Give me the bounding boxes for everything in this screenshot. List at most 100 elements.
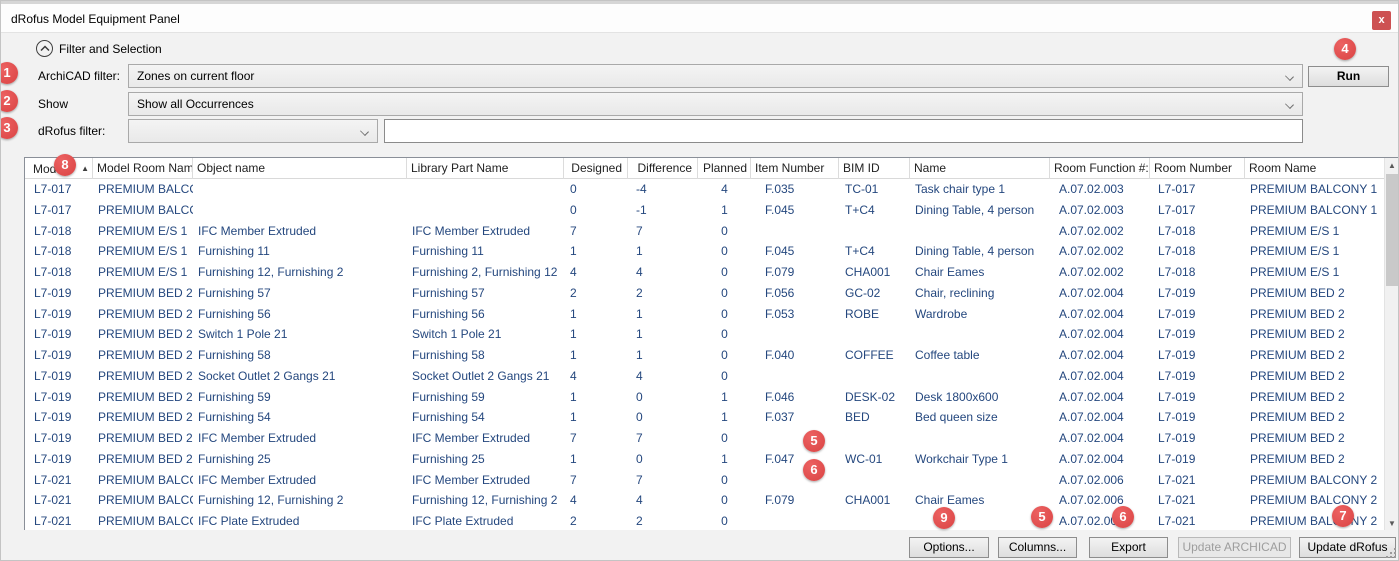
library-part-name-cell: [407, 179, 564, 200]
room-name-cell: PREMIUM E/S 1: [1245, 262, 1384, 283]
chevron-down-icon: [360, 127, 369, 136]
room-name-cell: PREMIUM BALCONY 2: [1245, 470, 1384, 491]
scroll-up-icon[interactable]: ▲: [1385, 158, 1399, 173]
options-button[interactable]: Options...: [909, 537, 989, 558]
vertical-scrollbar[interactable]: ▲ ▼: [1384, 158, 1398, 531]
bim-id-cell: [839, 221, 910, 242]
drofus-filter-combobox[interactable]: [128, 119, 378, 143]
run-button[interactable]: Run: [1308, 66, 1389, 87]
table-row[interactable]: L7-019PREMIUM BED 2Furnishing 56Furnishi…: [25, 304, 1384, 325]
object-name-cell: IFC Plate Extruded: [193, 511, 407, 531]
column-header-object-name[interactable]: Object name: [193, 158, 407, 179]
table-row[interactable]: L7-017PREMIUM BALCONY 10-11F.045T+C4Dini…: [25, 200, 1384, 221]
table-row[interactable]: L7-018PREMIUM E/S 1IFC Member ExtrudedIF…: [25, 221, 1384, 242]
model-cell: L7-018: [25, 262, 93, 283]
model-cell: L7-019: [25, 283, 93, 304]
column-header-room-function[interactable]: Room Function #:: [1050, 158, 1150, 179]
column-header-library-part-name[interactable]: Library Part Name: [407, 158, 564, 179]
table-row[interactable]: L7-019PREMIUM BED 2Furnishing 25Furnishi…: [25, 449, 1384, 470]
table-row[interactable]: L7-021PREMIUM BALCONY 2IFC Member Extrud…: [25, 470, 1384, 491]
difference-cell: 1: [628, 324, 698, 345]
difference-cell: 4: [628, 490, 698, 511]
bim-id-cell: [839, 470, 910, 491]
room-function-cell: A.07.02.002: [1050, 262, 1150, 283]
column-header-bim-id[interactable]: BIM ID: [839, 158, 910, 179]
model-cell: L7-021: [25, 470, 93, 491]
bim-id-cell: [839, 366, 910, 387]
designed-cell: 1: [564, 241, 628, 262]
library-part-name-cell: Furnishing 54: [407, 407, 564, 428]
chevron-down-icon: [1285, 72, 1294, 81]
room-function-cell: A.07.02.004: [1050, 366, 1150, 387]
chevron-down-icon: [1285, 100, 1294, 109]
room-name-cell: PREMIUM BED 2: [1245, 449, 1384, 470]
difference-cell: 2: [628, 283, 698, 304]
table-row[interactable]: L7-019PREMIUM BED 2IFC Member ExtrudedIF…: [25, 428, 1384, 449]
difference-cell: 7: [628, 428, 698, 449]
bim-id-cell: ROBE: [839, 304, 910, 325]
planned-cell: 0: [698, 345, 751, 366]
scrollbar-thumb[interactable]: [1386, 174, 1398, 286]
table-row[interactable]: L7-019PREMIUM BED 2Furnishing 59Furnishi…: [25, 387, 1384, 408]
export-button[interactable]: Export: [1089, 537, 1168, 558]
table-row[interactable]: L7-019PREMIUM BED 2Socket Outlet 2 Gangs…: [25, 366, 1384, 387]
table-row[interactable]: L7-019PREMIUM BED 2Furnishing 58Furnishi…: [25, 345, 1384, 366]
room-number-cell: L7-019: [1150, 324, 1245, 345]
designed-cell: 4: [564, 490, 628, 511]
update-drofus-button[interactable]: Update dRofus: [1299, 537, 1396, 558]
room-function-cell: A.07.02.004: [1050, 428, 1150, 449]
library-part-name-cell: Furnishing 11: [407, 241, 564, 262]
item-number-cell: [751, 221, 839, 242]
table-row[interactable]: L7-021 PREMIUM BALCONY 2IFC Plate Extrude…: [25, 511, 1384, 531]
difference-cell: -1: [628, 200, 698, 221]
difference-cell: 1: [628, 241, 698, 262]
table-row[interactable]: L7-019PREMIUM BED 2Switch 1 Pole 21Switc…: [25, 324, 1384, 345]
column-header-designed[interactable]: Designed: [564, 158, 628, 179]
column-header-model-room-name[interactable]: Model Room Name: [93, 158, 193, 179]
bim-id-cell: GC-02: [839, 283, 910, 304]
table-row[interactable]: L7-018PREMIUM E/S 1Furnishing 11Furnishi…: [25, 241, 1384, 262]
room-number-cell: L7-019: [1150, 345, 1245, 366]
scroll-down-icon[interactable]: ▼: [1385, 516, 1399, 531]
column-header-room-name[interactable]: Room Name: [1245, 158, 1386, 179]
room-number-cell: L7-019: [1150, 366, 1245, 387]
room-function-cell: A.07.02.004: [1050, 304, 1150, 325]
model-cell: L7-019: [25, 304, 93, 325]
room-function-cell: A.07.02.006: [1050, 490, 1150, 511]
model-cell: L7-019: [25, 387, 93, 408]
designed-cell: 2: [564, 511, 628, 531]
show-combobox[interactable]: Show all Occurrences: [128, 92, 1303, 116]
table-row[interactable]: L7-019PREMIUM BED 2Furnishing 54Furnishi…: [25, 407, 1384, 428]
object-name-cell: [193, 179, 407, 200]
item-number-cell: F.053: [751, 304, 839, 325]
annotation-badge-4-3: 4: [1334, 38, 1356, 60]
columns-button[interactable]: Columns...: [998, 537, 1077, 558]
name-cell: Desk 1800x600: [910, 387, 1050, 408]
archicad-filter-combobox[interactable]: Zones on current floor: [128, 64, 1303, 88]
column-header-room-number[interactable]: Room Number: [1150, 158, 1245, 179]
column-header-item-number[interactable]: Item Number: [751, 158, 839, 179]
library-part-name-cell: Furnishing 57: [407, 283, 564, 304]
table-row[interactable]: L7-021PREMIUM BALCONY 2Furnishing 12, Fu…: [25, 490, 1384, 511]
room-name-cell: PREMIUM BED 2: [1245, 304, 1384, 325]
room-name-cell: PREMIUM BED 2: [1245, 428, 1384, 449]
designed-cell: 7: [564, 221, 628, 242]
name-cell: Coffee table: [910, 345, 1050, 366]
room-number-cell: L7-021: [1150, 511, 1245, 531]
table-row[interactable]: L7-019PREMIUM BED 2Furnishing 57Furnishi…: [25, 283, 1384, 304]
item-number-cell: [751, 470, 839, 491]
resize-grip-icon[interactable]: [1385, 547, 1396, 558]
model-cell: L7-019: [25, 449, 93, 470]
column-header-name[interactable]: Name: [910, 158, 1050, 179]
library-part-name-cell: IFC Member Extruded: [407, 428, 564, 449]
collapse-section-button[interactable]: [36, 40, 53, 57]
titlebar[interactable]: dRofus Model Equipment Panel x: [1, 4, 1398, 33]
drofus-filter-text-input[interactable]: [384, 119, 1303, 143]
column-header-planned[interactable]: Planned: [698, 158, 751, 179]
table-row[interactable]: L7-018PREMIUM E/S 1Furnishing 12, Furnis…: [25, 262, 1384, 283]
model-room-name-cell: PREMIUM BALCONY 2: [93, 511, 193, 531]
close-button[interactable]: x: [1372, 11, 1391, 30]
column-header-difference[interactable]: Difference: [628, 158, 698, 179]
table-row[interactable]: L7-017PREMIUM BALCONY 10-44F.035TC-01Tas…: [25, 179, 1384, 200]
designed-cell: 7: [564, 428, 628, 449]
